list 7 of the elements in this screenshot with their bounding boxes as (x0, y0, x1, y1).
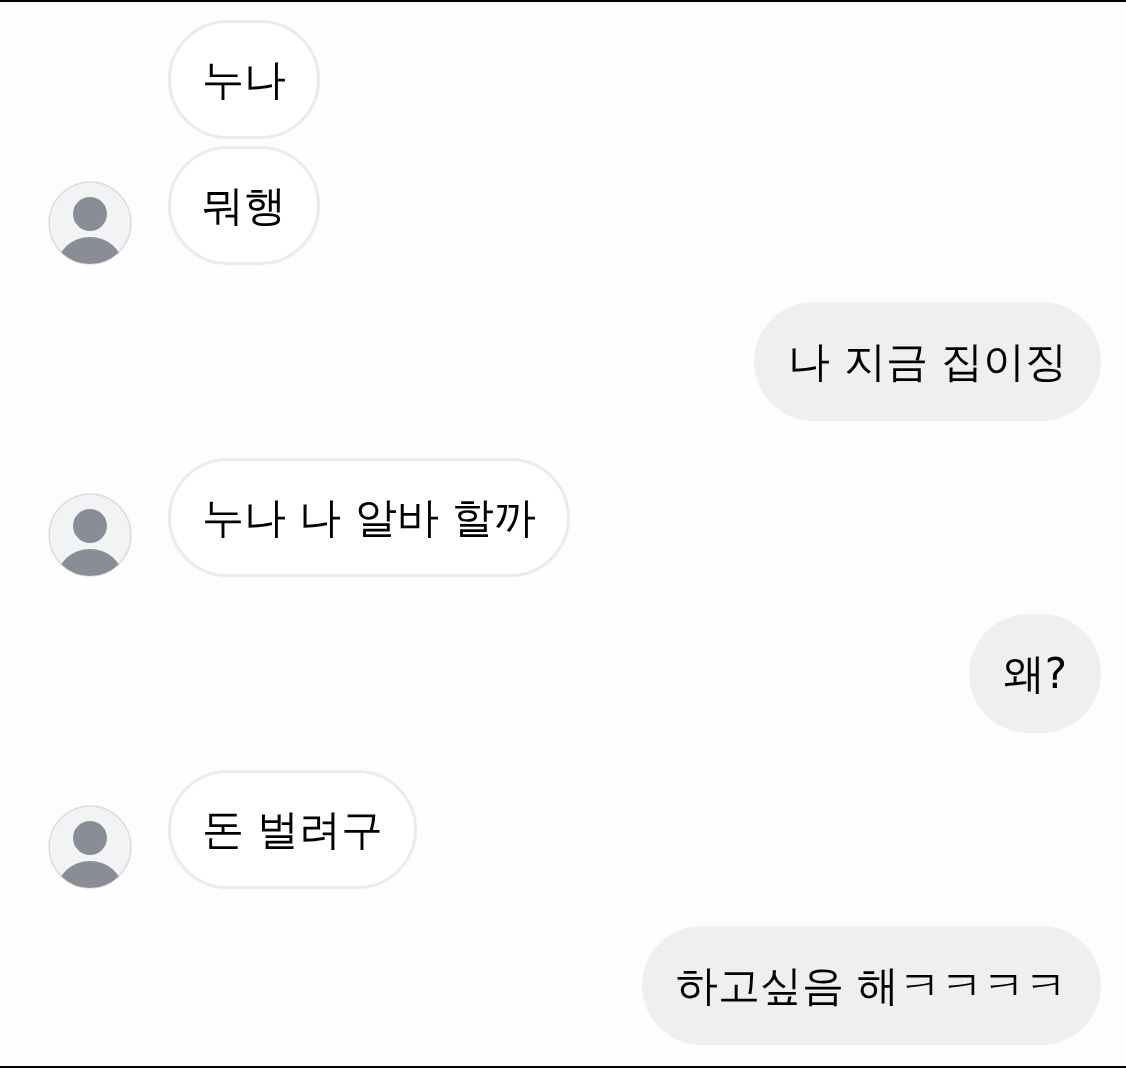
received-message: 누나 나 알바 할까 (168, 458, 571, 577)
received-message: 돈 벌려구 (168, 770, 418, 889)
sent-message: 왜? (968, 614, 1101, 733)
sent-message: 하고싶음 해ㅋㅋㅋㅋ (641, 926, 1101, 1045)
received-message: 뭐행 (168, 146, 320, 265)
received-message: 누나 (168, 20, 320, 139)
sent-message: 나 지금 집이징 (754, 302, 1101, 421)
